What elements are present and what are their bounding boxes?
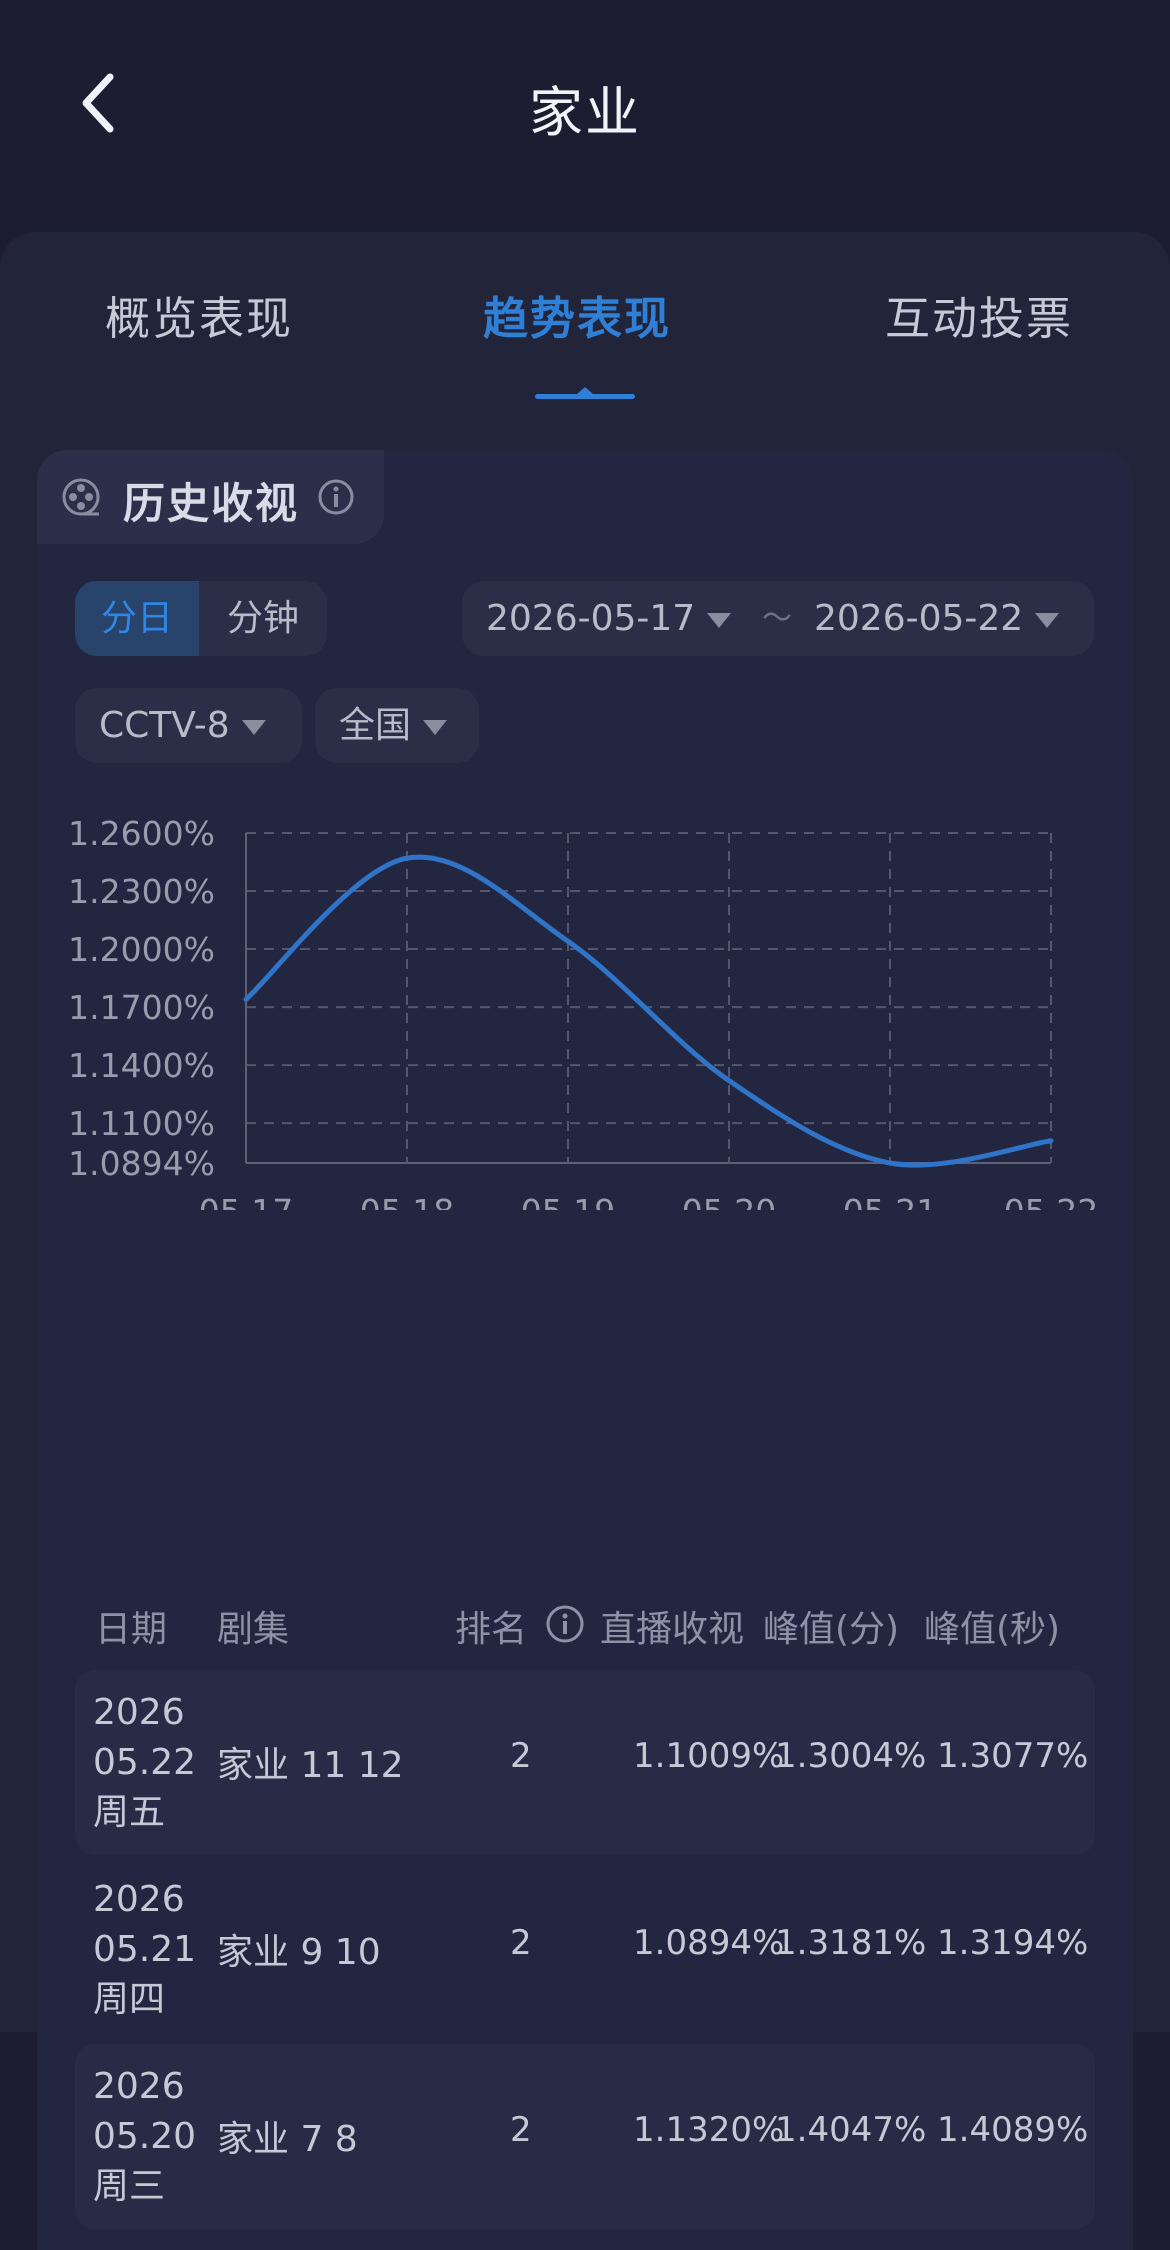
section-title: 历史收视 (123, 479, 300, 528)
tab-bar: 概览表现 趋势表现 互动投票 (0, 232, 1170, 399)
col-live-rating: 直播收视 (600, 1609, 745, 1650)
weekday: 周四 (93, 1979, 166, 2020)
end-date-select[interactable]: 2026-05-22 (814, 581, 1060, 656)
segment-minute[interactable]: 分钟 (199, 581, 327, 656)
caret-down-icon (241, 719, 266, 735)
rank-cell: 2 (510, 2110, 532, 2150)
peak-second-cell: 1.3194% (937, 1923, 1089, 1963)
region-value: 全国 (339, 705, 412, 746)
caret-down-icon (1035, 612, 1060, 628)
x-tick-label: 05.22 (1004, 1192, 1098, 1210)
live-rating-cell: 1.0894% (633, 1923, 785, 1963)
rank-cell: 2 (510, 1736, 532, 1776)
table-row[interactable]: 2026 05.21 周四 家业 9 10 2 1.0894% 1.3181% … (75, 1857, 1095, 2042)
weekday: 周三 (93, 2166, 166, 2207)
film-reel-icon (62, 478, 100, 516)
y-tick-label: 1.2000% (68, 930, 215, 969)
region-select[interactable]: 全国 (315, 688, 479, 763)
date: 05.21 (93, 1929, 197, 1970)
date-separator: ～ (762, 601, 792, 636)
col-date: 日期 (95, 1609, 168, 1650)
x-tick-label: 05.17 (199, 1192, 293, 1210)
live-rating-cell: 1.1009% (633, 1736, 785, 1776)
col-peak-minute: 峰值(分) (763, 1609, 900, 1650)
line-chart: 1.2600% 1.2300% 1.2000% 1.1700% 1.1400% 1.110… (68, 814, 1098, 1210)
table-row[interactable]: 2026 05.20 周三 家业 7 8 2 1.1320% 1.4047% 1… (75, 2044, 1095, 2229)
channel-select[interactable]: CCTV-8 (75, 688, 302, 763)
tab-indicator (535, 394, 635, 399)
series-line (243, 854, 1054, 1168)
y-tick-label: 1.2600% (68, 814, 215, 853)
content-card: 概览表现 趋势表现 互动投票 历史收视 分日 分钟 2026-05-17 ～ 2… (0, 232, 1170, 2250)
rating-table: 2026 05.22 周五 家业 11 12 2 1.1009% 1.3004%… (75, 1670, 1095, 2231)
x-tick-label: 05.18 (360, 1192, 454, 1210)
top-bar: 家业 (0, 0, 1170, 230)
peak-second-cell: 1.4089% (937, 2110, 1089, 2150)
end-date-value: 2026-05-22 (814, 598, 1024, 639)
info-icon[interactable] (545, 1604, 585, 1644)
x-tick-label: 05.21 (843, 1192, 937, 1210)
table-row[interactable]: 2026 05.22 周五 家业 11 12 2 1.1009% 1.3004%… (75, 1670, 1095, 1855)
y-tick-label: 1.0894% (68, 1144, 215, 1183)
year: 2026 (93, 1879, 185, 1920)
history-rating-panel: 历史收视 分日 分钟 2026-05-17 ～ 2026-05-22 CCTV-… (37, 450, 1133, 2250)
col-episode: 剧集 (217, 1609, 290, 1650)
tab-interactive-vote[interactable]: 互动投票 (885, 282, 1073, 347)
col-rank: 排名 (455, 1609, 528, 1650)
year: 2026 (93, 1692, 185, 1733)
y-tick-label: 1.1100% (68, 1104, 215, 1143)
segment-day[interactable]: 分日 (75, 581, 199, 656)
rating-trend-chart: 1.2600% 1.2300% 1.2000% 1.1700% 1.1400% 1.110… (37, 790, 1133, 1210)
x-tick-label: 05.19 (521, 1192, 615, 1210)
x-tick-label: 05.20 (682, 1192, 776, 1210)
episode-cell: 家业 9 10 (217, 1932, 381, 1973)
col-peak-second: 峰值(秒) (924, 1609, 1061, 1650)
section-header: 历史收视 (37, 450, 384, 544)
date-cell: 2026 05.21 周四 (93, 1875, 196, 2025)
caret-down-icon (707, 612, 732, 628)
granularity-toggle: 分日 分钟 (75, 581, 327, 656)
peak-minute-cell: 1.3181% (775, 1923, 927, 1963)
info-icon[interactable] (317, 478, 355, 516)
date: 05.20 (93, 2116, 197, 2157)
episode-cell: 家业 7 8 (217, 2119, 358, 2160)
channel-value: CCTV-8 (99, 705, 230, 746)
y-tick-label: 1.1700% (68, 988, 215, 1027)
year: 2026 (93, 2066, 185, 2107)
y-tick-label: 1.1400% (68, 1046, 215, 1085)
date-cell: 2026 05.20 周三 (93, 2062, 196, 2212)
peak-second-cell: 1.3077% (937, 1736, 1089, 1776)
episode-cell: 家业 11 12 (217, 1745, 404, 1786)
live-rating-cell: 1.1320% (633, 2110, 785, 2150)
page-title: 家业 (529, 81, 641, 144)
peak-minute-cell: 1.4047% (775, 2110, 927, 2150)
tab-overview[interactable]: 概览表现 (105, 282, 293, 347)
tab-trend[interactable]: 趋势表现 (483, 282, 671, 347)
date-cell: 2026 05.22 周五 (93, 1688, 196, 1838)
rank-cell: 2 (510, 1923, 532, 1963)
start-date-select[interactable]: 2026-05-17 (486, 581, 732, 656)
weekday: 周五 (93, 1792, 166, 1833)
peak-minute-cell: 1.3004% (775, 1736, 927, 1776)
table-header: 日期 剧集 排名 直播收视 峰值(分) 峰值(秒) (37, 1600, 1133, 1660)
start-date-value: 2026-05-17 (486, 598, 696, 639)
date: 05.22 (93, 1742, 197, 1783)
y-tick-label: 1.2300% (68, 872, 215, 911)
date-range-picker: 2026-05-17 ～ 2026-05-22 (462, 581, 1094, 656)
caret-down-icon (423, 719, 448, 735)
